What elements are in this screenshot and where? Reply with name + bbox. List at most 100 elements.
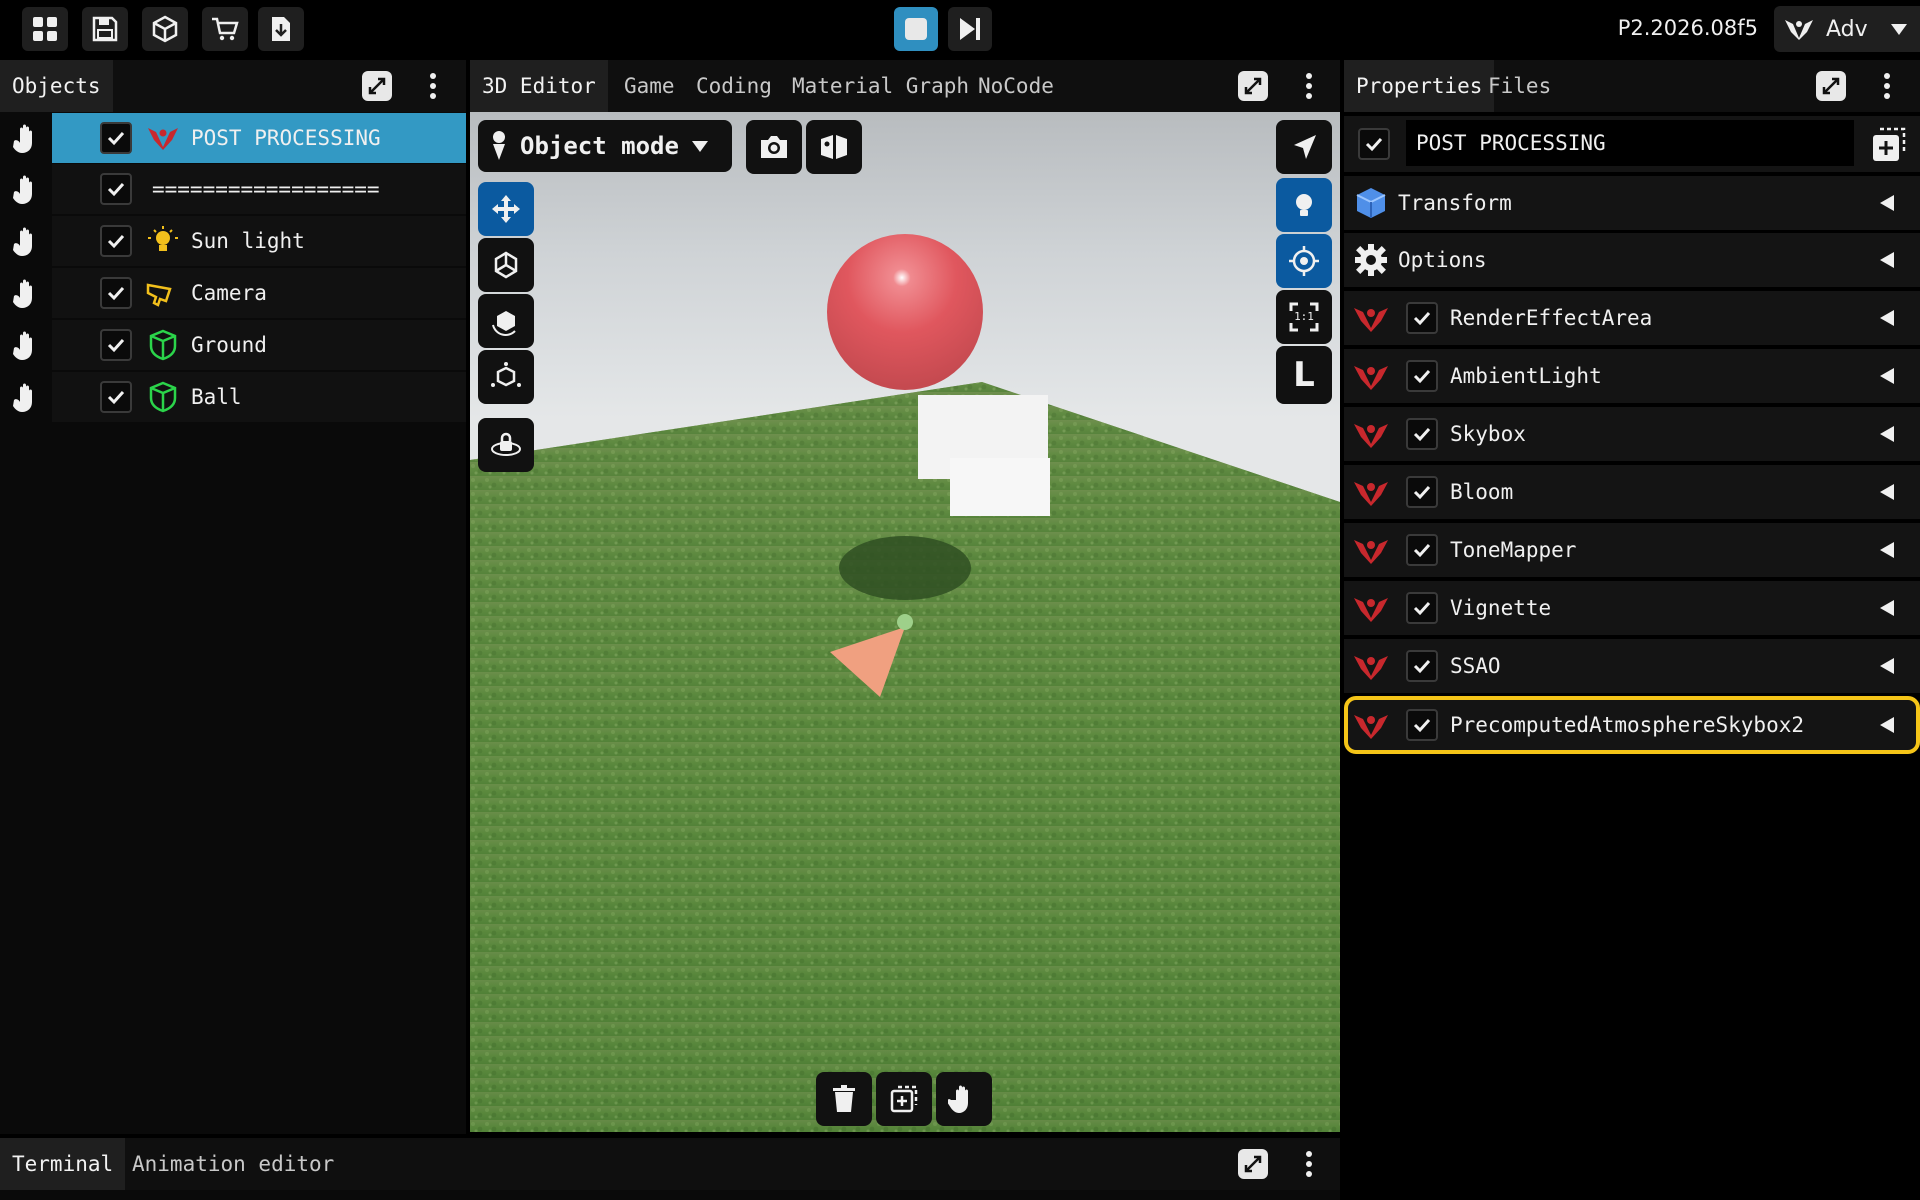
assets-button[interactable] [142,7,188,51]
grid-button[interactable] [22,7,68,51]
drag-handle-icon[interactable] [8,330,44,362]
effect-skybox[interactable]: Skybox [1344,407,1920,461]
terminal-area[interactable] [0,1190,1340,1200]
pan-button[interactable] [936,1072,992,1126]
effect-enabled-checkbox[interactable] [1406,709,1438,741]
effect-tone-mapper[interactable]: ToneMapper [1344,523,1920,577]
object-mode-dropdown[interactable]: Object mode [478,120,732,172]
more-options-button[interactable] [1292,1148,1326,1180]
expand-button[interactable] [1816,71,1846,101]
collapse-arrow-icon[interactable] [1880,542,1894,558]
screenshot-button[interactable] [746,120,802,174]
top-toolbar: P2.2026.08f5 Adv [0,0,1920,58]
object-row-ground[interactable]: Ground [0,320,466,370]
collapse-arrow-icon[interactable] [1880,310,1894,326]
visibility-checkbox[interactable] [100,173,132,205]
effect-enabled-checkbox[interactable] [1406,302,1438,334]
tab-files[interactable]: Files [1476,60,1563,112]
collapse-arrow-icon[interactable] [1880,252,1894,268]
move-tool-button[interactable] [478,182,534,236]
effect-enabled-checkbox[interactable] [1406,534,1438,566]
store-button[interactable] [202,7,248,51]
fit-view-button[interactable]: 1:1 [1276,290,1332,344]
rotate-tool-button[interactable] [478,294,534,348]
mode-menu[interactable]: Adv [1774,6,1920,52]
tab-objects[interactable]: Objects [0,60,113,112]
hand-icon [948,1085,968,1113]
tab-nocode[interactable]: NoCode [966,60,1066,112]
light-bulb-icon [148,226,178,251]
drag-handle-icon[interactable] [8,382,44,414]
add-component-icon[interactable] [1870,126,1908,164]
effect-precomputed-atmosphere-skybox2[interactable]: PrecomputedAtmosphereSkybox2 [1344,696,1920,754]
export-button[interactable] [258,7,304,51]
drag-handle-icon[interactable] [8,278,44,310]
tab-game[interactable]: Game [612,60,687,112]
visibility-checkbox[interactable] [100,225,132,257]
collapse-arrow-icon[interactable] [1880,368,1894,384]
orbit-lock-button[interactable] [478,418,534,472]
enabled-checkbox[interactable] [1358,128,1390,160]
stop-button[interactable] [894,7,938,51]
tab-coding[interactable]: Coding [684,60,784,112]
visibility-checkbox[interactable] [100,381,132,413]
tab-3d-editor[interactable]: 3D Editor [470,60,608,112]
effect-enabled-checkbox[interactable] [1406,418,1438,450]
post-processing-icon [1354,656,1388,680]
collapse-arrow-icon[interactable] [1880,426,1894,442]
object-row-post-processing[interactable]: POST PROCESSING [0,113,466,163]
section-options[interactable]: Options [1344,233,1920,287]
expand-button[interactable] [1238,71,1268,101]
more-options-button[interactable] [416,70,450,102]
object-row-sun-light[interactable]: Sun light [0,216,466,266]
effect-enabled-checkbox[interactable] [1406,650,1438,682]
expand-button[interactable] [362,71,392,101]
section-transform[interactable]: Transform [1344,176,1920,230]
3d-viewport[interactable]: Object mode 1:1 L [470,112,1340,1132]
effect-enabled-checkbox[interactable] [1406,592,1438,624]
drag-handle-icon[interactable] [8,123,44,155]
effect-label: PrecomputedAtmosphereSkybox2 [1450,713,1805,737]
more-options-button[interactable] [1870,70,1904,102]
drag-handle-icon[interactable] [8,226,44,258]
tab-properties[interactable]: Properties [1344,60,1495,112]
save-button[interactable] [82,7,128,51]
post-processing-icon [1354,308,1388,332]
effect-ssao[interactable]: SSAO [1344,639,1920,693]
object-row-ball[interactable]: Ball [0,372,466,422]
step-button[interactable] [948,7,992,51]
select-cursor-icon [1294,135,1316,159]
more-options-button[interactable] [1292,70,1326,102]
light-toggle-button[interactable] [1276,178,1332,232]
tab-animation-editor[interactable]: Animation editor [120,1138,346,1190]
collapse-arrow-icon[interactable] [1880,600,1894,616]
collapse-arrow-icon[interactable] [1880,484,1894,500]
target-button[interactable] [1276,234,1332,288]
scale-tool-button[interactable] [478,238,534,292]
view-mode-button[interactable] [806,120,862,174]
collapse-arrow-icon[interactable] [1880,658,1894,674]
effect-bloom[interactable]: Bloom [1344,465,1920,519]
expand-button[interactable] [1238,1149,1268,1179]
delete-button[interactable] [816,1072,872,1126]
tab-material-graph[interactable]: Material Graph [780,60,981,112]
duplicate-button[interactable] [876,1072,932,1126]
select-tool-button[interactable] [1276,120,1332,174]
collapse-arrow-icon[interactable] [1880,195,1894,211]
effect-render-effect-area[interactable]: RenderEffectArea [1344,291,1920,345]
local-space-button[interactable]: L [1276,346,1332,404]
object-row-camera[interactable]: Camera [0,268,466,318]
effect-vignette[interactable]: Vignette [1344,581,1920,635]
object-row-separator[interactable]: ================== [0,164,466,214]
effect-enabled-checkbox[interactable] [1406,360,1438,392]
effect-enabled-checkbox[interactable] [1406,476,1438,508]
object-name-input[interactable]: POST PROCESSING [1406,120,1854,166]
visibility-checkbox[interactable] [100,277,132,309]
tab-terminal[interactable]: Terminal [0,1138,126,1190]
visibility-checkbox[interactable] [100,122,132,154]
collapse-arrow-icon[interactable] [1880,717,1894,733]
visibility-checkbox[interactable] [100,329,132,361]
effect-ambient-light[interactable]: AmbientLight [1344,349,1920,403]
drag-handle-icon[interactable] [8,174,44,206]
transform-tool-button[interactable] [478,350,534,404]
